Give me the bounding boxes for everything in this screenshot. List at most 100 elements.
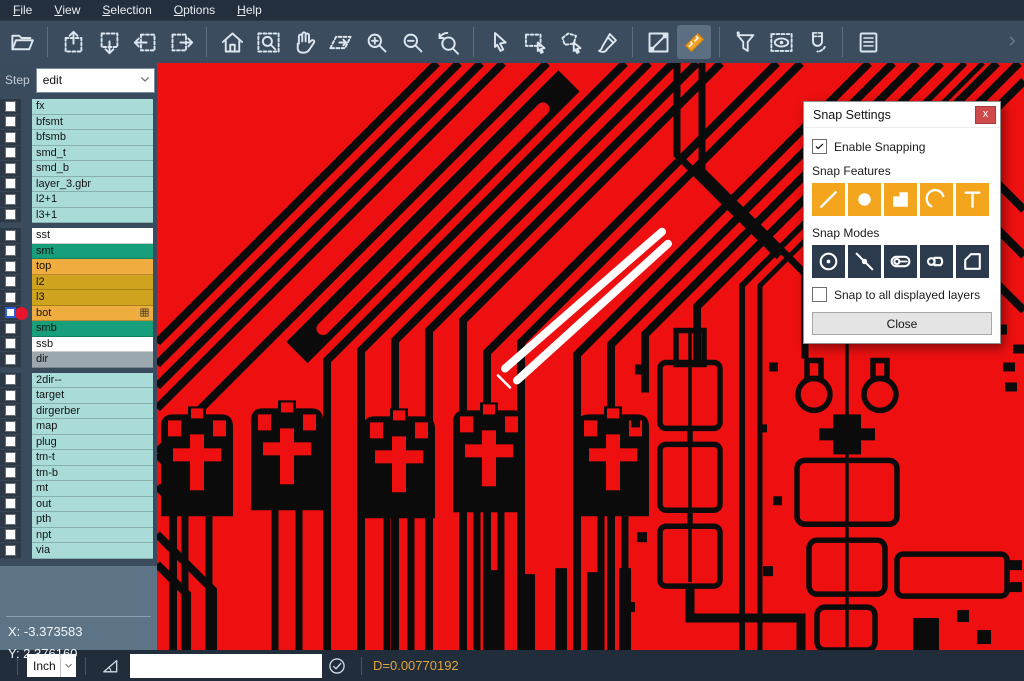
dialog-titlebar[interactable]: Snap Settings x [804, 102, 1000, 128]
layer-row-smt[interactable]: smt [0, 244, 157, 260]
checkbox[interactable] [5, 147, 16, 158]
layer-visibility-checkbox[interactable] [0, 146, 21, 162]
layer-name[interactable]: top [32, 259, 153, 275]
layer-visibility-checkbox[interactable] [0, 543, 21, 559]
checkbox[interactable] [5, 209, 16, 220]
checkbox[interactable] [5, 436, 16, 447]
layer-name[interactable]: map [32, 419, 153, 435]
enable-snapping-row[interactable]: Enable Snapping [812, 139, 992, 154]
select-polygon-icon[interactable] [554, 25, 588, 59]
layer-row-bfsmt[interactable]: bfsmt [0, 115, 157, 131]
layer-row-top[interactable]: top [0, 259, 157, 275]
snap-text-icon[interactable] [956, 183, 989, 216]
checkbox[interactable] [5, 338, 16, 349]
layer-name[interactable]: dirgerber [32, 404, 153, 420]
layer-visibility-checkbox[interactable] [0, 192, 21, 208]
snap-pad-exit-icon[interactable] [920, 245, 953, 278]
layer-visibility-checkbox[interactable] [0, 244, 21, 260]
checkbox[interactable] [5, 498, 16, 509]
zoom-out-icon[interactable] [395, 25, 429, 59]
layer-row-dir[interactable]: dir [0, 352, 157, 368]
checkbox[interactable] [5, 390, 16, 401]
layer-name[interactable]: mt [32, 481, 153, 497]
checkbox[interactable] [5, 116, 16, 127]
layer-visibility-checkbox[interactable] [0, 466, 21, 482]
layer-row-tm-t[interactable]: tm-t [0, 450, 157, 466]
layer-visibility-checkbox[interactable] [0, 352, 21, 368]
layer-visibility-checkbox[interactable] [0, 161, 21, 177]
layer-row-npt[interactable]: npt [0, 528, 157, 544]
layer-name[interactable]: ssb [32, 337, 153, 353]
select-cursor-icon[interactable] [482, 25, 516, 59]
layer-visibility-checkbox[interactable] [0, 208, 21, 224]
select-rectangle-icon[interactable] [518, 25, 552, 59]
layer-visibility-checkbox[interactable] [0, 228, 21, 244]
layer-row-tm-b[interactable]: tm-b [0, 466, 157, 482]
snap-center-icon[interactable] [812, 245, 845, 278]
checkbox[interactable] [5, 163, 16, 174]
menu-help[interactable]: Help [226, 0, 273, 20]
layer-visibility-checkbox[interactable] [0, 404, 21, 420]
menu-options[interactable]: Options [163, 0, 226, 20]
checkbox[interactable] [5, 323, 16, 334]
layer-visibility-checkbox[interactable] [0, 275, 21, 291]
snap-all-layers-checkbox[interactable] [812, 287, 827, 302]
layer-name[interactable]: l2 [32, 275, 153, 291]
pan-up-icon[interactable] [56, 25, 90, 59]
menu-file[interactable]: File [2, 0, 43, 20]
checkbox[interactable] [5, 483, 16, 494]
layer-visibility-checkbox[interactable] [0, 497, 21, 513]
pan-right-icon[interactable] [164, 25, 198, 59]
layer-name[interactable]: l3 [32, 290, 153, 306]
layer-visibility-checkbox[interactable] [0, 177, 21, 193]
layer-name[interactable]: layer_3.gbr [32, 177, 153, 193]
zoom-window-icon[interactable] [251, 25, 285, 59]
layer-name[interactable]: smb [32, 321, 153, 337]
layer-visibility-checkbox[interactable] [0, 259, 21, 275]
layer-name[interactable]: bfsmb [32, 130, 153, 146]
pan-hand-icon[interactable] [287, 25, 321, 59]
snap-magnet-icon[interactable] [800, 25, 834, 59]
layer-visibility-checkbox[interactable] [0, 99, 21, 115]
layer-visibility-checkbox[interactable] [0, 290, 21, 306]
checkbox[interactable] [5, 405, 16, 416]
layer-name[interactable]: 2dir-- [32, 373, 153, 389]
layer-name[interactable]: plug [32, 435, 153, 451]
layer-row-pth[interactable]: pth [0, 512, 157, 528]
home-view-icon[interactable] [215, 25, 249, 59]
coordinate-input[interactable] [130, 654, 322, 678]
snap-line-icon[interactable] [812, 183, 845, 216]
snap-point-on-line-icon[interactable] [848, 245, 881, 278]
layer-visibility-checkbox[interactable] [0, 337, 21, 353]
zoom-in-icon[interactable] [359, 25, 393, 59]
layer-visibility-checkbox[interactable] [0, 481, 21, 497]
layer-row-l3[interactable]: l3 [0, 290, 157, 306]
layer-visibility-checkbox[interactable] [0, 435, 21, 451]
layer-row-out[interactable]: out [0, 497, 157, 513]
checkbox[interactable] [5, 292, 16, 303]
snap-polygon-icon[interactable] [956, 245, 989, 278]
layer-visibility-checkbox[interactable] [0, 528, 21, 544]
report-list-icon[interactable] [851, 25, 885, 59]
layer-row-l2[interactable]: l2 [0, 275, 157, 291]
checkbox[interactable] [5, 261, 16, 272]
layer-row-map[interactable]: map [0, 419, 157, 435]
view-options-icon[interactable] [764, 25, 798, 59]
angle-icon[interactable] [100, 656, 120, 676]
layer-name[interactable]: smd_b [32, 161, 153, 177]
layer-visibility-checkbox[interactable] [0, 388, 21, 404]
layer-row-l2+1[interactable]: l2+1 [0, 192, 157, 208]
zoom-previous-icon[interactable] [431, 25, 465, 59]
checkbox[interactable] [5, 514, 16, 525]
layer-name[interactable]: tm-b [32, 466, 153, 482]
zoom-dynamic-icon[interactable] [323, 25, 357, 59]
layer-row-l3+1[interactable]: l3+1 [0, 208, 157, 224]
apply-check-icon[interactable] [327, 656, 347, 676]
layer-name[interactable]: smd_t [32, 146, 153, 162]
layer-row-2dir--[interactable]: 2dir-- [0, 373, 157, 389]
layer-name[interactable]: pth [32, 512, 153, 528]
measure-diagonal-icon[interactable] [641, 25, 675, 59]
layer-name[interactable]: bot [32, 306, 153, 322]
snap-pad-entry-icon[interactable] [884, 245, 917, 278]
layer-row-layer_3.gbr[interactable]: layer_3.gbr [0, 177, 157, 193]
